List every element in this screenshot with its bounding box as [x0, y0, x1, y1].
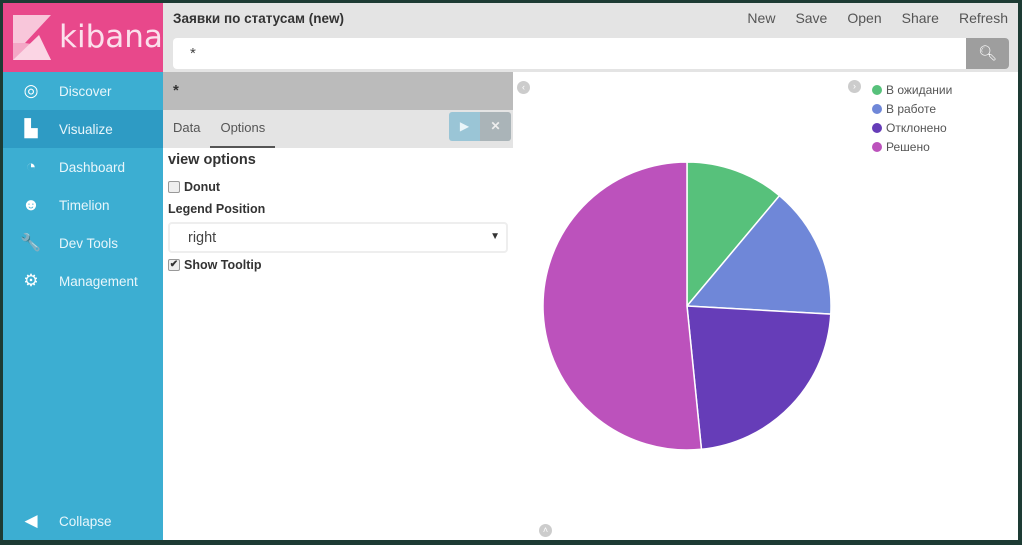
legend: В ожидании В работе Отклонено Решено — [872, 80, 952, 156]
donut-checkbox[interactable]: Donut — [168, 180, 508, 194]
page-title: Заявки по статусам (new) — [173, 11, 345, 26]
sidebar-item-management[interactable]: ⚙ Management — [3, 262, 163, 300]
legend-label: Отклонено — [886, 120, 947, 135]
search-button[interactable]: 🔍︎ — [966, 38, 1009, 69]
compass-icon: ◎ — [23, 81, 39, 100]
legend-label: В ожидании — [886, 82, 953, 97]
legend-position-label: Legend Position — [168, 202, 266, 216]
sidebar-item-visualize[interactable]: ▙ Visualize — [3, 110, 163, 148]
close-icon: ✕ — [490, 119, 501, 133]
sidebar: kibana ◎ Discover ▙ Visualize ◔ Dashboard ☻… — [3, 3, 163, 540]
legend-dot-icon — [872, 103, 882, 114]
wrench-icon: 🔧 — [20, 233, 42, 252]
dashboard-icon: ◔ — [25, 157, 37, 176]
top-actions: New Save Open Share Refresh — [747, 10, 1008, 26]
save-button[interactable]: Save — [795, 10, 827, 26]
legend-label: В работе — [886, 101, 937, 116]
apply-button[interactable]: ▶ — [449, 112, 480, 141]
show-tooltip-checkbox[interactable]: ✔ Show Tooltip — [168, 258, 508, 272]
options-heading: view options — [168, 152, 256, 168]
select-value: right — [188, 230, 217, 246]
sidebar-item-timelion[interactable]: ☻ Timelion — [3, 186, 163, 224]
tab-data[interactable]: Data — [163, 110, 210, 148]
nav-label: Management — [59, 273, 138, 289]
legend-item[interactable]: В работе — [872, 99, 952, 118]
kibana-logo-icon — [13, 15, 51, 60]
collapse-button[interactable]: ◀ Collapse — [3, 502, 163, 540]
legend-item[interactable]: Отклонено — [872, 118, 952, 137]
header: Заявки по статусам (new) New Save Open S… — [163, 3, 1018, 72]
legend-item[interactable]: В ожидании — [872, 80, 952, 99]
logo-text: kibana — [59, 19, 163, 55]
chart-area: ‹ › ˄ В ожидании В работе Отклонено Решено — [513, 72, 1018, 540]
show-tooltip-label: Show Tooltip — [184, 258, 262, 272]
bar-chart-icon: ▙ — [24, 119, 38, 138]
discard-button[interactable]: ✕ — [480, 112, 511, 141]
checkbox-checked-icon[interactable]: ✔ — [168, 259, 180, 271]
nav-label: Discover — [59, 83, 112, 99]
kibana-logo[interactable]: kibana — [3, 3, 163, 72]
share-button[interactable]: Share — [902, 10, 939, 26]
pie-slice-3[interactable] — [542, 161, 703, 451]
tab-options[interactable]: Options — [210, 110, 276, 148]
sidebar-item-discover[interactable]: ◎ Discover — [3, 72, 163, 110]
legend-dot-icon — [872, 84, 882, 95]
caret-down-icon: ▼ — [490, 231, 500, 242]
gear-icon: ⚙ — [23, 271, 39, 290]
new-button[interactable]: New — [747, 10, 775, 26]
options-panel: view options Donut Legend Position right… — [163, 148, 513, 276]
sidebar-item-dev-tools[interactable]: 🔧 Dev Tools — [3, 224, 163, 262]
collapse-label: Collapse — [59, 513, 112, 529]
legend-dot-icon — [872, 122, 882, 133]
nav-label: Visualize — [59, 121, 113, 137]
open-button[interactable]: Open — [847, 10, 881, 26]
search-icon: 🔍︎ — [977, 45, 998, 62]
editor-tabs: Data Options ▶ ✕ — [163, 110, 513, 148]
collapse-icon: ◀ — [24, 511, 38, 530]
legend-dot-icon — [872, 141, 882, 152]
search-input[interactable]: * — [173, 38, 966, 69]
legend-item[interactable]: Решено — [872, 137, 952, 156]
donut-label: Donut — [184, 180, 221, 194]
editor-panel: * Data Options ▶ ✕ view options Donut Le… — [163, 72, 513, 540]
pie-slice-2[interactable] — [686, 305, 832, 451]
nav-label: Timelion — [59, 197, 110, 213]
timelion-icon: ☻ — [22, 195, 40, 214]
main: Заявки по статусам (new) New Save Open S… — [163, 3, 1018, 540]
play-icon: ▶ — [459, 119, 470, 133]
nav-label: Dashboard — [59, 159, 126, 175]
refresh-button[interactable]: Refresh — [959, 10, 1008, 26]
legend-label: Решено — [886, 139, 930, 154]
legend-position-select[interactable]: right ▼ — [168, 222, 508, 253]
checkbox-unchecked-icon[interactable] — [168, 181, 180, 193]
sidebar-item-dashboard[interactable]: ◔ Dashboard — [3, 148, 163, 186]
saved-search-query: * — [163, 72, 513, 110]
nav-label: Dev Tools — [59, 235, 119, 251]
